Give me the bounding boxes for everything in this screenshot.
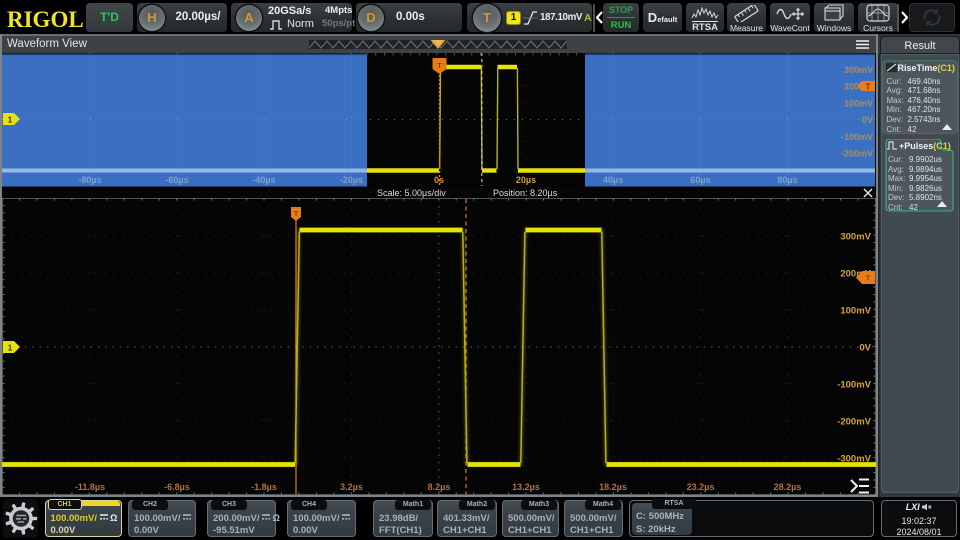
svg-text:300mV: 300mV [840, 232, 871, 243]
svg-text:28.2µs: 28.2µs [774, 482, 802, 492]
svg-text:0V: 0V [859, 343, 871, 354]
svg-text:-200mV: -200mV [841, 148, 873, 158]
svg-text:1: 1 [8, 344, 13, 353]
svg-text:T: T [294, 209, 299, 218]
svg-text:-11.8µs: -11.8µs [75, 482, 105, 492]
svg-text:-1.8µs: -1.8µs [251, 482, 277, 492]
svg-text:T: T [866, 82, 871, 91]
svg-text:-20µs: -20µs [340, 175, 363, 185]
svg-text:1: 1 [8, 115, 13, 124]
svg-text:80µs: 80µs [777, 175, 797, 185]
svg-text:100mV: 100mV [840, 306, 871, 317]
svg-text:300mV: 300mV [844, 64, 873, 74]
svg-text:-6.8µs: -6.8µs [164, 482, 190, 492]
svg-text:3.2µs: 3.2µs [340, 482, 363, 492]
svg-text:20µs: 20µs [516, 175, 536, 185]
svg-text:-80µs: -80µs [78, 175, 101, 185]
svg-text:13.2µs: 13.2µs [512, 482, 540, 492]
svg-text:23.2µs: 23.2µs [687, 482, 715, 492]
svg-text:-60µs: -60µs [165, 175, 188, 185]
svg-text:100mV: 100mV [844, 98, 873, 108]
svg-text:8.2µs: 8.2µs [428, 482, 451, 492]
svg-text:-100mV: -100mV [837, 380, 871, 391]
svg-text:0V: 0V [862, 115, 873, 125]
svg-text:-40µs: -40µs [252, 175, 275, 185]
svg-text:18.2µs: 18.2µs [599, 482, 627, 492]
svg-text:40µs: 40µs [603, 175, 623, 185]
svg-text:-200mV: -200mV [837, 417, 871, 428]
svg-text:T: T [437, 61, 442, 70]
svg-text:-100mV: -100mV [841, 131, 873, 141]
svg-text:60µs: 60µs [690, 175, 710, 185]
svg-text:T: T [866, 274, 871, 283]
svg-text:0s: 0s [434, 175, 444, 185]
